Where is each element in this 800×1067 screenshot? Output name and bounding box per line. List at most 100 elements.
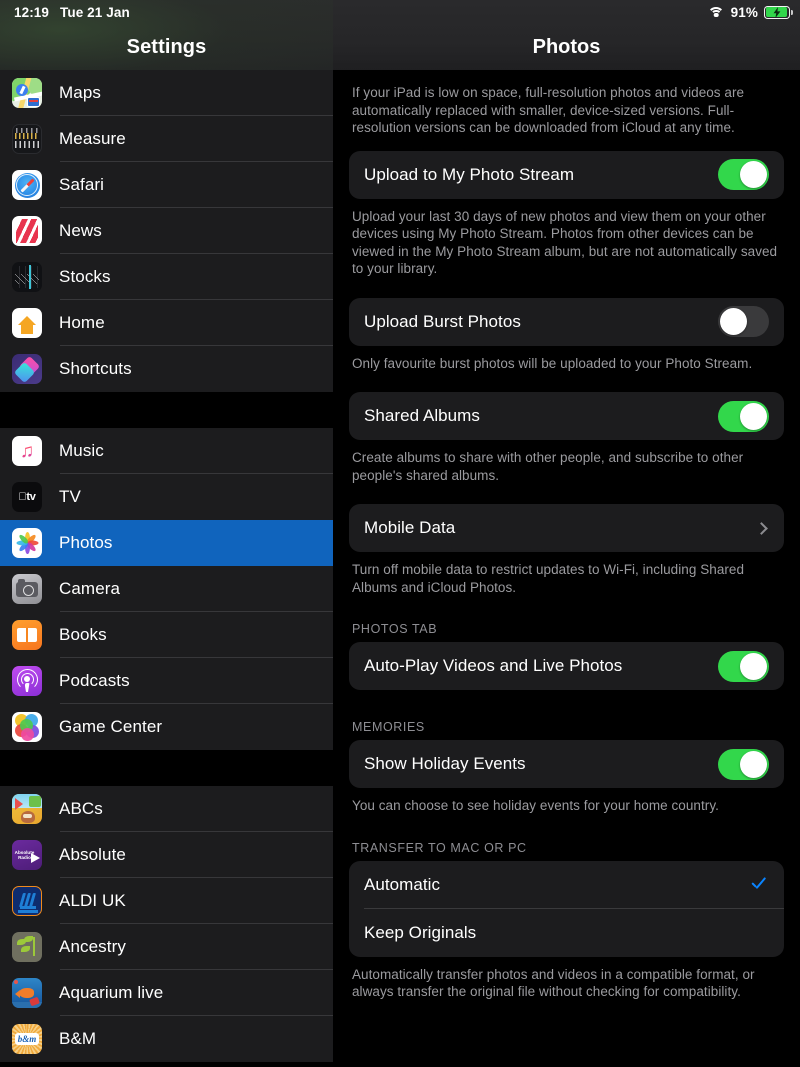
sidebar-item-safari[interactable]: Safari: [0, 162, 333, 208]
aldi-uk-app-icon: [12, 886, 42, 916]
sidebar-item-home[interactable]: Home: [0, 300, 333, 346]
sidebar-item-label: News: [59, 221, 102, 240]
sidebar-item-bm[interactable]: b&m B&M: [0, 1016, 333, 1062]
holiday-events-row[interactable]: Show Holiday Events: [349, 740, 784, 788]
sidebar-group-2: ♫ Music tv TV Photos: [0, 428, 333, 750]
sidebar-item-label: Safari: [59, 175, 105, 194]
sidebar-item-label: ALDI UK: [59, 891, 126, 910]
holiday-events-toggle[interactable]: [718, 748, 769, 780]
transfer-footnote: Automatically transfer photos and videos…: [352, 966, 755, 1000]
sidebar-item-label: Measure: [59, 129, 126, 148]
photo-stream-row[interactable]: Upload to My Photo Stream: [349, 151, 784, 199]
sidebar-item-label: Aquarium live: [59, 983, 164, 1002]
sidebar-item-label: Camera: [59, 579, 121, 598]
sidebar-list: Maps Measure Safari News Stocks Home Sho…: [0, 70, 333, 1062]
checkmark-icon: [750, 877, 766, 893]
sidebar-item-game-center[interactable]: Game Center: [0, 704, 333, 750]
holiday-events-card: Show Holiday Events: [349, 740, 784, 788]
sidebar-item-shortcuts[interactable]: Shortcuts: [0, 346, 333, 392]
mobile-data-card: Mobile Data: [349, 504, 784, 552]
transfer-option-keep-originals[interactable]: Keep Originals: [349, 909, 784, 957]
photos-settings-pane: Photos If your iPad is low on space, ful…: [333, 0, 800, 1067]
burst-photos-footnote: Only favourite burst photos will be uplo…: [352, 355, 753, 371]
abcs-app-icon: [12, 794, 42, 824]
sidebar-item-music[interactable]: ♫ Music: [0, 428, 333, 474]
shared-albums-toggle[interactable]: [718, 400, 769, 432]
shared-albums-card: Shared Albums: [349, 392, 784, 440]
camera-app-icon: [12, 574, 42, 604]
sidebar-item-photos[interactable]: Photos: [0, 520, 333, 566]
tv-app-icon: tv: [12, 482, 42, 512]
photos-app-icon: [12, 528, 42, 558]
autoplay-card: Auto-Play Videos and Live Photos: [349, 642, 784, 690]
sidebar-item-label: B&M: [59, 1029, 97, 1048]
memories-section-header: MEMORIES: [352, 720, 425, 734]
sidebar-item-label: TV: [59, 487, 81, 506]
transfer-section-header: TRANSFER TO MAC OR PC: [352, 840, 527, 855]
sidebar-item-aldi-uk[interactable]: ALDI UK: [0, 878, 333, 924]
sidebar-item-maps[interactable]: Maps: [0, 70, 333, 116]
sidebar-item-label: Stocks: [59, 267, 111, 286]
intro-footnote: If your iPad is low on space, full-resol…: [352, 85, 745, 135]
sidebar-item-news[interactable]: News: [0, 208, 333, 254]
sidebar-group-3: ABCs Absolute Radio Absolute ALDI UK Anc…: [0, 786, 333, 1062]
sidebar-header: Settings: [0, 0, 333, 70]
sidebar-item-label: Podcasts: [59, 671, 130, 690]
sidebar-item-label: Books: [59, 625, 107, 644]
ipad-settings-screen: 12:19 Tue 21 Jan 91% Settings Maps Measu…: [0, 0, 800, 1067]
autoplay-toggle[interactable]: [718, 650, 769, 682]
safari-app-icon: [12, 170, 42, 200]
sidebar-item-label: Shortcuts: [59, 359, 132, 378]
mobile-data-row[interactable]: Mobile Data: [349, 504, 784, 552]
photo-stream-footnote: Upload your last 30 days of new photos a…: [352, 208, 778, 277]
ancestry-app-icon: [12, 932, 42, 962]
sidebar-item-absolute[interactable]: Absolute Radio Absolute: [0, 832, 333, 878]
shortcuts-app-icon: [12, 354, 42, 384]
transfer-option-automatic[interactable]: Automatic: [349, 861, 784, 909]
burst-photos-row[interactable]: Upload Burst Photos: [349, 298, 784, 346]
sidebar-item-camera[interactable]: Camera: [0, 566, 333, 612]
sidebar-item-abcs[interactable]: ABCs: [0, 786, 333, 832]
sidebar-item-label: Ancestry: [59, 937, 126, 956]
sidebar-item-measure[interactable]: Measure: [0, 116, 333, 162]
news-app-icon: [12, 216, 42, 246]
maps-app-icon: [12, 78, 42, 108]
sidebar-item-label: ABCs: [59, 799, 103, 818]
detail-header: Photos: [333, 0, 800, 70]
sidebar-item-tv[interactable]: tv TV: [0, 474, 333, 520]
game-center-app-icon: [12, 712, 42, 742]
burst-photos-card: Upload Burst Photos: [349, 297, 784, 346]
sidebar-item-stocks[interactable]: Stocks: [0, 254, 333, 300]
photo-stream-toggle[interactable]: [718, 159, 769, 190]
transfer-option-label: Keep Originals: [364, 922, 477, 942]
photo-stream-label: Upload to My Photo Stream: [364, 164, 575, 184]
settings-sidebar: Settings Maps Measure Safari News Stocks…: [0, 0, 333, 1067]
transfer-card: Automatic Keep Originals: [349, 860, 784, 957]
sidebar-item-label: Photos: [59, 533, 113, 552]
shared-albums-label: Shared Albums: [364, 406, 480, 425]
sidebar-item-podcasts[interactable]: Podcasts: [0, 658, 333, 704]
music-app-icon: ♫: [12, 436, 42, 466]
sidebar-group-1: Maps Measure Safari News Stocks Home Sho…: [0, 70, 333, 392]
bm-app-icon: b&m: [12, 1024, 42, 1054]
burst-photos-toggle[interactable]: [718, 306, 769, 337]
page-title: Photos: [532, 36, 601, 58]
books-app-icon: [12, 620, 42, 650]
mobile-data-label: Mobile Data: [364, 518, 456, 537]
measure-app-icon: [12, 124, 42, 154]
sidebar-group-divider: [0, 750, 333, 786]
shared-albums-row[interactable]: Shared Albums: [349, 392, 784, 440]
sidebar-item-ancestry[interactable]: Ancestry: [0, 924, 333, 970]
sidebar-item-label: Game Center: [59, 717, 163, 736]
sidebar-item-label: Absolute: [59, 845, 126, 864]
sidebar-item-books[interactable]: Books: [0, 612, 333, 658]
sidebar-item-label: Maps: [59, 83, 101, 102]
transfer-option-label: Automatic: [364, 874, 441, 894]
autoplay-row[interactable]: Auto-Play Videos and Live Photos: [349, 642, 784, 690]
chevron-right-icon: [755, 521, 768, 535]
sidebar-item-label: Music: [59, 441, 104, 460]
sidebar-item-aquarium-live[interactable]: Aquarium live: [0, 970, 333, 1016]
stocks-app-icon: [12, 262, 42, 292]
aquarium-live-app-icon: [12, 978, 42, 1008]
shared-albums-footnote: Create albums to share with other people…: [352, 450, 744, 483]
